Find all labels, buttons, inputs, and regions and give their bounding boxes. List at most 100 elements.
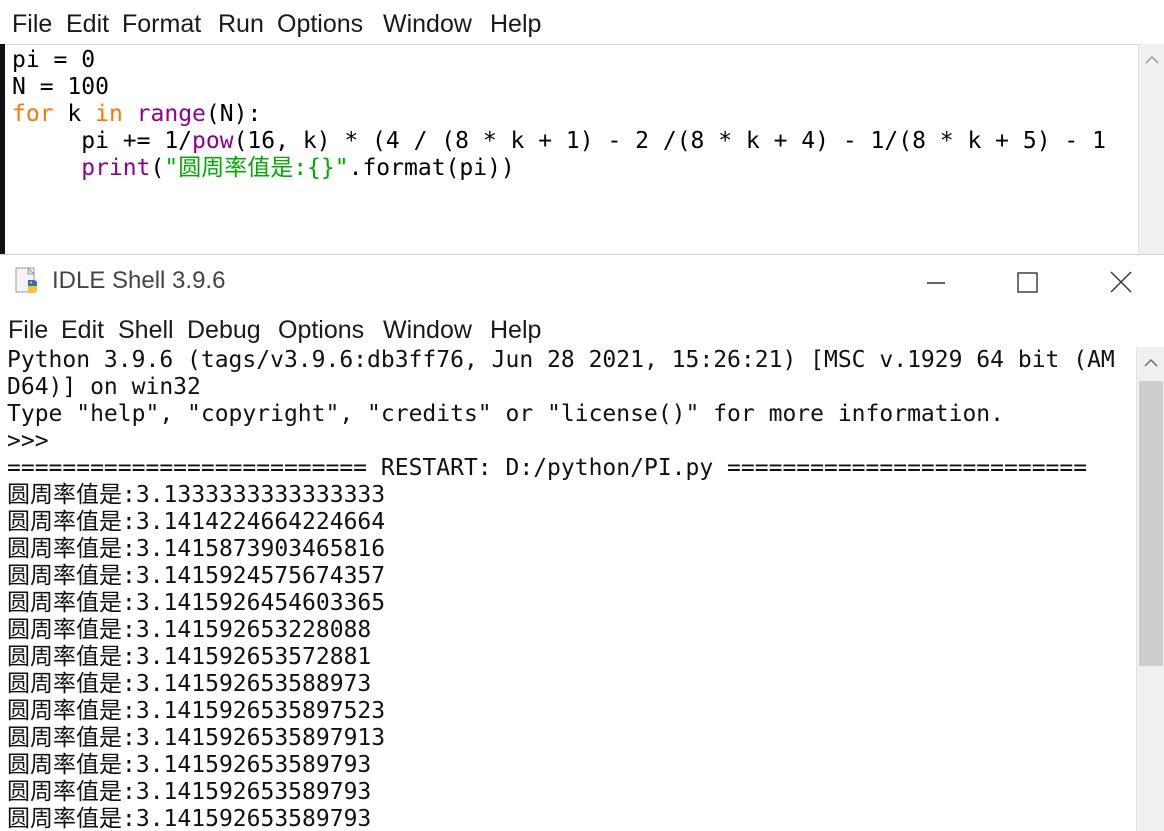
output-line: 圆周率值是:3.141592653228088 <box>7 617 371 644</box>
code-text: .format(pi)) <box>348 155 515 181</box>
editor-menubar: File Edit Format Run Options Window Help <box>0 0 1164 44</box>
output-label: 圆周率值是: <box>7 698 136 724</box>
output-line: 圆周率值是:3.141592653588973 <box>7 671 371 698</box>
code-text: k <box>53 101 96 127</box>
output-label: 圆周率值是: <box>7 806 136 831</box>
output-value: 3.141592653228088 <box>135 617 372 643</box>
code-line-4: pi += 1/pow(16, k) * (4 / (8 * k + 1) - … <box>12 128 1106 155</box>
output-line: 圆周率值是:3.1415926535897913 <box>7 725 385 752</box>
builtin-pow: pow <box>192 128 234 154</box>
output-line: 圆周率值是:3.1415873903465816 <box>7 536 385 563</box>
editor-menu-window[interactable]: Window <box>383 9 472 39</box>
editor-left-edge <box>0 44 5 254</box>
shell-menu-help[interactable]: Help <box>490 315 541 345</box>
output-line: 圆周率值是:3.1414224664224664 <box>7 509 385 536</box>
code-text: (16, k) * (4 / (8 * k + 1) - 2 /(8 * k +… <box>233 128 1106 154</box>
close-icon <box>1110 271 1132 293</box>
output-line: 圆周率值是:3.1415926535897523 <box>7 698 385 725</box>
maximize-button[interactable] <box>1005 263 1051 303</box>
code-text: (N): <box>205 101 262 127</box>
shell-titlebar[interactable]: IDLE Shell 3.9.6 <box>0 255 1164 309</box>
chevron-up-icon[interactable] <box>1137 355 1164 373</box>
output-label: 圆周率值是: <box>7 563 136 589</box>
output-value: 3.1415926454603365 <box>135 590 386 616</box>
shell-scrollbar[interactable] <box>1136 347 1164 831</box>
shell-menu-options[interactable]: Options <box>278 315 364 345</box>
output-value: 3.1415873903465816 <box>135 536 386 562</box>
editor-menu-divider <box>0 44 1138 45</box>
code-line-5: print("圆周率值是:{}".format(pi)) <box>12 155 515 182</box>
output-value: 3.141592653589793 <box>135 779 372 805</box>
editor-menu-options[interactable]: Options <box>277 9 363 39</box>
output-value: 3.1415926535897523 <box>135 698 386 724</box>
minimize-icon <box>927 282 945 284</box>
editor-menu-edit[interactable]: Edit <box>66 9 109 39</box>
maximize-icon <box>1017 272 1038 293</box>
output-line: 圆周率值是:3.141592653589793 <box>7 779 371 806</box>
python-idle-icon <box>14 267 44 297</box>
code-line-1: pi = 0 <box>12 47 96 73</box>
shell-title: IDLE Shell 3.9.6 <box>52 267 226 294</box>
shell-prompt: >>> <box>7 428 49 454</box>
output-label: 圆周率值是: <box>7 752 136 778</box>
shell-output-area[interactable]: Python 3.9.6 (tags/v3.9.6:db3ff76, Jun 2… <box>7 347 1135 831</box>
editor-window: File Edit Format Run Options Window Help… <box>0 0 1164 254</box>
editor-code-area[interactable]: pi = 0 N = 100 for k in range(N): pi += … <box>12 47 1132 252</box>
chevron-up-icon[interactable] <box>1139 52 1164 70</box>
shell-menu-file[interactable]: File <box>8 315 48 345</box>
restart-banner: ========================== RESTART: D:/p… <box>7 455 1088 481</box>
output-label: 圆周率值是: <box>7 725 136 751</box>
output-line: 圆周率值是:3.141592653589793 <box>7 806 371 831</box>
banner-line-3: Type "help", "copyright", "credits" or "… <box>7 401 1004 427</box>
editor-menu-help[interactable]: Help <box>490 9 541 39</box>
builtin-range: range <box>136 101 206 127</box>
banner-line-1: Python 3.9.6 (tags/v3.9.6:db3ff76, Jun 2… <box>7 347 1115 373</box>
editor-scrollbar[interactable] <box>1138 44 1164 254</box>
shell-menubar: File Edit Shell Debug Options Window Hel… <box>0 309 1164 347</box>
editor-menu-format[interactable]: Format <box>122 9 201 39</box>
builtin-print: print <box>81 155 151 181</box>
output-value: 3.1414224664224664 <box>135 509 386 535</box>
output-value: 3.141592653588973 <box>135 671 372 697</box>
code-text: ( <box>150 155 165 181</box>
shell-menu-window[interactable]: Window <box>383 315 472 345</box>
code-text: pi += 1/ <box>81 128 193 154</box>
output-value: 3.1333333333333333 <box>135 482 386 508</box>
output-line: 圆周率值是:3.1333333333333333 <box>7 482 385 509</box>
output-label: 圆周率值是: <box>7 671 136 697</box>
shell-menu-debug[interactable]: Debug <box>187 315 261 345</box>
banner-line-2: D64)] on win32 <box>7 374 201 400</box>
code-line-2: N = 100 <box>12 74 109 100</box>
scrollbar-thumb[interactable] <box>1139 381 1163 666</box>
output-line: 圆周率值是:3.1415926454603365 <box>7 590 385 617</box>
close-button[interactable] <box>1098 263 1144 303</box>
output-label: 圆周率值是: <box>7 779 136 805</box>
code-line-3: for k in range(N): <box>12 101 261 128</box>
output-line: 圆周率值是:3.141592653589793 <box>7 752 371 779</box>
output-label: 圆周率值是: <box>7 644 136 670</box>
output-label: 圆周率值是: <box>7 509 136 535</box>
output-value: 3.141592653572881 <box>135 644 372 670</box>
output-value: 3.141592653589793 <box>135 752 372 778</box>
shell-menu-shell[interactable]: Shell <box>118 315 174 345</box>
keyword-in: in <box>95 101 123 127</box>
output-line: 圆周率值是:3.1415924575674357 <box>7 563 385 590</box>
shell-window: IDLE Shell 3.9.6 File Edit Shell Debug O… <box>0 254 1164 831</box>
output-value: 3.1415926535897913 <box>135 725 386 751</box>
output-label: 圆周率值是: <box>7 536 136 562</box>
string-literal: "圆周率值是:{}" <box>164 155 349 181</box>
output-value: 3.1415924575674357 <box>135 563 386 589</box>
editor-menu-file[interactable]: File <box>12 9 52 39</box>
output-label: 圆周率值是: <box>7 482 136 508</box>
keyword-for: for <box>12 101 54 127</box>
output-value: 3.141592653589793 <box>135 806 372 831</box>
minimize-button[interactable] <box>913 263 959 303</box>
shell-menu-edit[interactable]: Edit <box>61 315 104 345</box>
editor-menu-run[interactable]: Run <box>218 9 264 39</box>
output-label: 圆周率值是: <box>7 590 136 616</box>
output-label: 圆周率值是: <box>7 617 136 643</box>
output-line: 圆周率值是:3.141592653572881 <box>7 644 371 671</box>
